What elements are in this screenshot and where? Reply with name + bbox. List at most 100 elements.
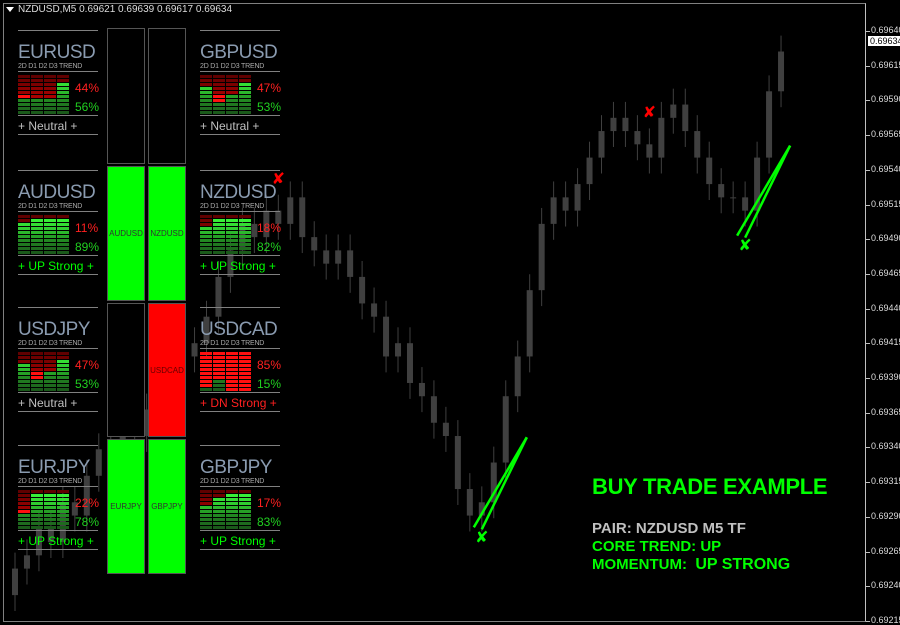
signal-box-gbpjpy[interactable]: GBPJPY <box>148 439 186 574</box>
candle-body <box>466 489 473 516</box>
candle-body <box>418 382 425 397</box>
meter-cell <box>213 107 225 110</box>
meter-cell <box>18 498 30 501</box>
trend-status: + Neutral + <box>200 119 260 133</box>
candle-body <box>442 422 449 437</box>
meter-cell <box>213 522 225 525</box>
bull-percent: 53% <box>75 377 100 391</box>
separator <box>200 530 280 531</box>
meter-cell <box>44 223 56 226</box>
separator <box>200 549 280 550</box>
meter-cell <box>31 364 43 367</box>
axis-label: 0.69515 <box>871 198 900 209</box>
meter-cell <box>31 83 43 86</box>
meter-cell <box>18 99 30 102</box>
signal-box[interactable] <box>107 303 145 437</box>
meter-cell <box>239 376 251 379</box>
meter-cell <box>57 518 69 521</box>
axis-tick <box>866 31 870 32</box>
panel-symbol: USDCAD <box>200 319 278 340</box>
dropdown-triangle-icon[interactable] <box>6 6 14 12</box>
axis-tick <box>866 412 870 414</box>
signal-box-audusd[interactable]: AUDUSD <box>107 166 145 301</box>
meter-cell <box>31 219 43 222</box>
meter-cell <box>57 380 69 383</box>
signal-box[interactable] <box>107 28 145 164</box>
meter-cell <box>44 95 56 98</box>
signal-box-usdcad[interactable]: USDCAD <box>148 303 186 437</box>
meter-column <box>18 215 30 255</box>
meter-cell <box>213 356 225 359</box>
axis-label: 0.69590 <box>871 94 900 105</box>
meter-cell <box>44 526 56 529</box>
meter-cell <box>200 99 212 102</box>
meter-cell <box>200 502 212 505</box>
candle-body <box>634 131 641 145</box>
meter-cell <box>213 490 225 493</box>
meter-cell <box>200 368 212 371</box>
separator <box>200 170 280 171</box>
meter-cell <box>226 91 238 94</box>
meter-cell <box>57 99 69 102</box>
meter-cell <box>44 364 56 367</box>
meter-cell <box>44 388 56 391</box>
meter-cell <box>200 107 212 110</box>
bear-percent: 47% <box>257 81 282 95</box>
meter-cell <box>213 360 225 363</box>
meter-cell <box>239 510 251 513</box>
bear-percent: 17% <box>257 496 282 510</box>
signal-box-nzdusd[interactable]: NZDUSD <box>148 166 186 301</box>
meter-cell <box>226 107 238 110</box>
bear-percent: 18% <box>257 221 282 235</box>
meter-cell <box>213 87 225 90</box>
panel-symbol: GBPUSD <box>200 42 278 63</box>
axis-tick <box>866 447 870 449</box>
momentum-label: MOMENTUM: <box>592 556 687 573</box>
candle-body <box>371 303 378 317</box>
separator <box>18 211 98 212</box>
meter-cell <box>226 506 238 509</box>
meter-cell <box>200 87 212 90</box>
meter-cell <box>44 251 56 254</box>
meter-cell <box>213 384 225 387</box>
meter-cell <box>31 494 43 497</box>
separator <box>18 255 98 256</box>
bear-percent: 11% <box>75 221 99 235</box>
sell-signal-icon: ✘ <box>643 103 656 122</box>
meter-cell <box>18 231 30 234</box>
meter-cell <box>44 243 56 246</box>
signal-box-eurjpy[interactable]: EURJPY <box>107 439 145 574</box>
meter-column <box>57 215 69 255</box>
meter-cell <box>226 522 238 525</box>
meter-cell <box>239 227 251 230</box>
meter-cell <box>57 79 69 82</box>
meter-cell <box>239 490 251 493</box>
meter-column <box>213 75 225 115</box>
meter-cell <box>18 518 30 521</box>
meter-cell <box>18 235 30 238</box>
panel-usdcad: USDCAD 2D D1 D2 D3 TREND 85% 15% + DN Str… <box>200 307 281 412</box>
meter-cell <box>31 522 43 525</box>
meter-cell <box>44 506 56 509</box>
meter-cell <box>226 83 238 86</box>
meter-cell <box>18 103 30 106</box>
meter-cell <box>226 502 238 505</box>
meter-cell <box>44 494 56 497</box>
meter-cell <box>31 514 43 517</box>
panel-symbol: AUDUSD <box>18 182 96 203</box>
meter-cell <box>200 219 212 222</box>
candle-body <box>706 157 713 185</box>
meter-cell <box>18 494 30 497</box>
meter-cell <box>239 79 251 82</box>
separator <box>200 445 280 446</box>
meter-cell <box>31 99 43 102</box>
meter-cell <box>18 75 30 78</box>
meter-cell <box>200 356 212 359</box>
momentum-value: UP STRONG <box>695 556 791 573</box>
signal-box[interactable] <box>148 28 186 164</box>
meter-cell <box>200 91 212 94</box>
meter-cell <box>226 376 238 379</box>
meter-cell <box>226 99 238 102</box>
meter-cell <box>44 518 56 521</box>
strength-meter: 44% 56% <box>18 75 99 115</box>
